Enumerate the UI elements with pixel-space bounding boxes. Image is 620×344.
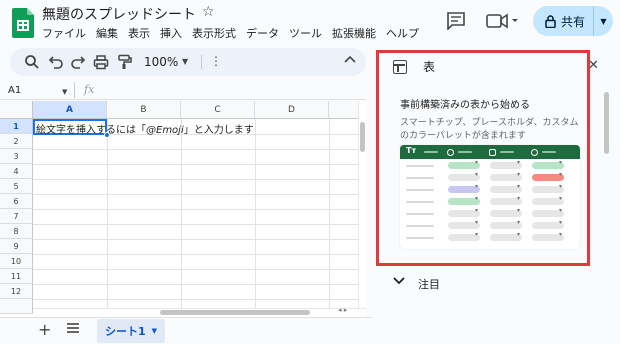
menu-bar: ファイル 編集 表示 挿入 表示形式 データ ツール 拡張機能 ヘルプ: [42, 25, 419, 41]
cell-text-part: 絵文字を挿入するには「: [36, 125, 146, 136]
share-button[interactable]: 共有 ▼: [533, 6, 613, 36]
comment-history-icon[interactable]: [446, 12, 466, 30]
undo-icon[interactable]: [48, 54, 64, 70]
scroll-arrows-icon[interactable]: ◂ ▸: [338, 306, 347, 314]
menu-data[interactable]: データ: [246, 25, 279, 41]
row-header-3[interactable]: 3: [0, 149, 33, 164]
share-dropdown-icon[interactable]: ▼: [594, 17, 613, 26]
chevron-down-icon[interactable]: [393, 276, 405, 286]
sheets-logo-icon[interactable]: [12, 8, 34, 38]
row-header-5[interactable]: 5: [0, 179, 33, 194]
paint-format-icon[interactable]: [117, 54, 133, 70]
add-sheet-icon[interactable]: +: [38, 320, 51, 339]
grid-line: [33, 239, 358, 240]
cell-text-part: 」と入力します: [183, 125, 254, 136]
print-icon[interactable]: [93, 54, 109, 70]
search-menus-icon[interactable]: [24, 54, 40, 70]
row-header-11[interactable]: 11: [0, 269, 33, 284]
grid-line: [33, 224, 358, 225]
share-main[interactable]: 共有: [533, 6, 593, 36]
column-header-b[interactable]: B: [107, 101, 181, 119]
grid-line: [33, 254, 358, 255]
sheet-tab-bar: [0, 317, 372, 344]
notes-section-toggle[interactable]: [372, 270, 620, 296]
menu-extensions[interactable]: 拡張機能: [332, 25, 376, 41]
zoom-select[interactable]: 100%: [144, 55, 178, 69]
column-header-a[interactable]: A: [33, 101, 107, 119]
vertical-scroll-thumb[interactable]: [360, 122, 365, 152]
sheet-tab-active[interactable]: シート1 ▼: [97, 319, 165, 343]
notes-section-label: 注目: [418, 278, 440, 291]
row-header-7[interactable]: 7: [0, 209, 33, 224]
row-header-4[interactable]: 4: [0, 164, 33, 179]
row-header-6[interactable]: 6: [0, 194, 33, 209]
menu-view[interactable]: 表示: [128, 25, 150, 41]
spreadsheet-grid[interactable]: A B C D 1 2 3 4 5 6 7 8 9 10 11 12 絵文字を挿…: [0, 101, 358, 317]
grid-line: [33, 179, 358, 180]
formula-divider: [74, 82, 75, 98]
menu-help[interactable]: ヘルプ: [386, 25, 419, 41]
row-header-10[interactable]: 10: [0, 254, 33, 269]
menu-tools[interactable]: ツール: [289, 25, 322, 41]
column-header-d[interactable]: D: [255, 101, 329, 119]
all-sheets-menu-icon[interactable]: [66, 322, 80, 334]
fx-icon: fx: [84, 83, 95, 96]
row-header-12[interactable]: 12: [0, 284, 33, 299]
meet-video-icon[interactable]: [486, 12, 520, 30]
menu-file[interactable]: ファイル: [42, 25, 86, 41]
column-header-c[interactable]: C: [181, 101, 255, 119]
share-label: 共有: [561, 14, 586, 29]
highlight-frame: [376, 50, 590, 266]
grid-line: [33, 164, 358, 165]
row-header-2[interactable]: 2: [0, 134, 33, 149]
menu-edit[interactable]: 編集: [96, 25, 118, 41]
name-box-dropdown-icon[interactable]: ▼: [62, 88, 67, 96]
toolbar-divider: [201, 55, 202, 69]
column-header-e[interactable]: [329, 101, 358, 119]
toolbar: 100% ▼ ⋮: [10, 48, 366, 76]
grid-line: [33, 299, 358, 300]
cell-text-emoji-hint: @Emoji: [146, 125, 184, 136]
horizontal-scroll-thumb[interactable]: [160, 310, 310, 315]
grid-line: [33, 149, 358, 150]
menu-format[interactable]: 表示形式: [192, 25, 236, 41]
select-all-corner[interactable]: [0, 101, 33, 119]
document-title[interactable]: 無題のスプレッドシート: [42, 4, 196, 24]
cell-a1-text[interactable]: 絵文字を挿入するには「@Emoji」と入力します: [36, 121, 254, 136]
zoom-dropdown-icon[interactable]: ▼: [182, 57, 188, 66]
lock-icon: [545, 14, 556, 28]
row-header-9[interactable]: 9: [0, 239, 33, 254]
fill-handle[interactable]: [104, 132, 110, 138]
grid-line: [33, 269, 358, 270]
formula-input[interactable]: [104, 84, 354, 98]
name-box[interactable]: A1: [8, 85, 21, 96]
redo-icon[interactable]: [70, 54, 86, 70]
menu-insert[interactable]: 挿入: [160, 25, 182, 41]
collapse-toolbar-icon[interactable]: [344, 54, 356, 66]
grid-line: [33, 194, 358, 195]
row-header-8[interactable]: 8: [0, 224, 33, 239]
row-header-13[interactable]: [0, 299, 33, 314]
star-icon[interactable]: ☆: [202, 4, 215, 20]
sheet-tab-label: シート1: [104, 325, 146, 338]
row-header-1[interactable]: 1: [0, 119, 33, 134]
sheet-tab-dropdown-icon[interactable]: ▼: [152, 327, 157, 335]
grid-line: [33, 284, 358, 285]
panel-scroll-thumb[interactable]: [604, 92, 609, 154]
formula-bar-border: [0, 99, 366, 100]
grid-line: [33, 209, 358, 210]
more-options-icon[interactable]: ⋮: [210, 54, 222, 68]
